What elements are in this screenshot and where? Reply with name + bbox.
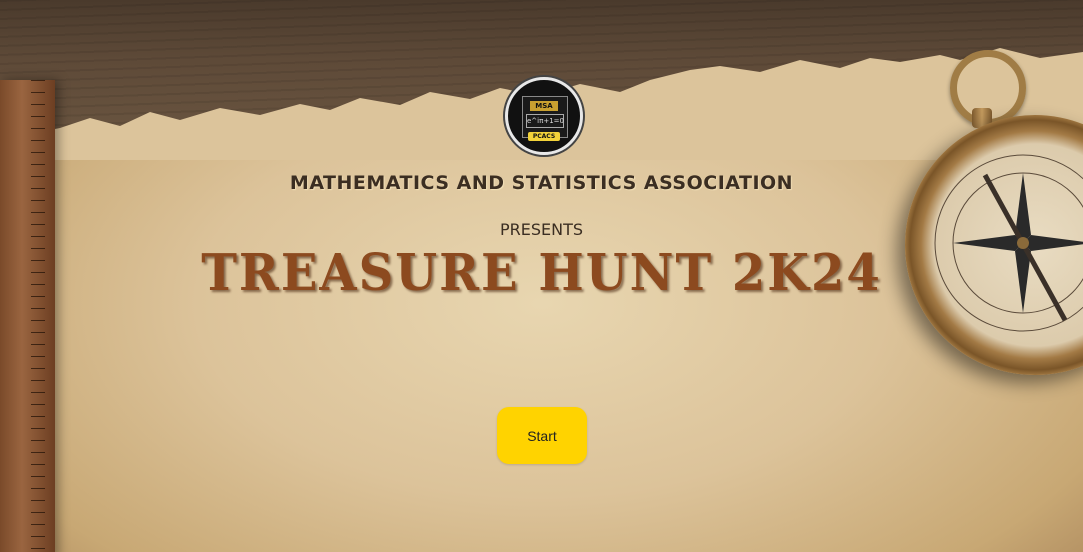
association-logo: MSA e^iπ+1=0 PCACS <box>505 77 583 155</box>
ruler-ticks <box>31 80 45 552</box>
logo-badge: PCACS <box>528 132 560 141</box>
association-name: MATHEMATICS AND STATISTICS ASSOCIATION <box>289 172 794 194</box>
logo-mark: MSA <box>530 101 558 111</box>
event-title: TREASURE HUNT 2K24 <box>201 243 882 303</box>
start-button[interactable]: Start <box>497 407 587 464</box>
ruler-icon <box>0 80 55 552</box>
logo-formula: e^iπ+1=0 <box>526 114 564 128</box>
presents-label: PRESENTS <box>499 220 584 239</box>
